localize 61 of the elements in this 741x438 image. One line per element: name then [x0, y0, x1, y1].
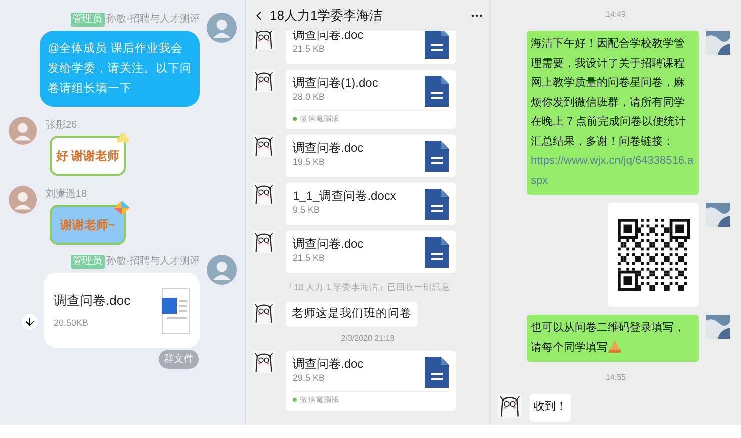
file-size: 21.5 KB — [293, 43, 326, 55]
document-icon — [425, 141, 449, 172]
message-bubble: 海洁下午好！因配合学校教学管理需要，我设计了关于招聘课程网上教学质量的问卷星问卷，麻烦你发到微信班群，请所有同学在晚上 7 点前完成问卷以便统计汇总结果，多谢！问卷链接： https://www.wjx.cn/jq/64338516.aspx — [527, 31, 699, 195]
file-name: 调查问卷.doc — [293, 237, 364, 252]
file-name: 调查问卷.doc — [293, 141, 364, 156]
avatar-icon — [207, 13, 237, 43]
timestamp: 14:49 — [604, 9, 628, 21]
file-message[interactable]: 1_1_调查问卷.docx 9.5 KB — [286, 183, 456, 226]
avatar-icon — [706, 315, 730, 339]
avatar-icon — [253, 135, 275, 158]
file-size: 21.5 KB — [293, 252, 326, 264]
avatar-icon — [9, 186, 37, 214]
file-message[interactable]: 调查问卷.doc 19.5 KB — [286, 135, 456, 178]
document-icon — [162, 288, 190, 334]
sticker-text: 好 谢谢老师 — [56, 148, 120, 165]
document-icon — [425, 237, 449, 268]
flower-icon — [116, 132, 130, 146]
recall-notice: 「18 人力 1 学委李海洁」已回收一則訊息 — [284, 281, 452, 294]
role-badge: 管理员 — [70, 13, 105, 27]
file-message[interactable]: 调查问卷.doc 20.50KB — [44, 273, 200, 348]
qr-code-icon — [618, 219, 690, 291]
document-icon — [425, 189, 449, 220]
chat-title: 18人力1学委李海洁 — [270, 6, 384, 25]
avatar-icon — [253, 302, 275, 324]
sender-name: 刘潇遥18 — [46, 188, 88, 202]
document-icon — [425, 76, 449, 107]
role-badge: 管理员 — [70, 255, 105, 269]
arrow-down-icon — [24, 316, 36, 328]
avatar-icon — [207, 255, 237, 285]
sender-name: 孙敏-招聘与人才测评 — [106, 13, 200, 27]
message-bubble: 也可以从问卷二维码登录填写，请每个同学填写 — [527, 315, 699, 362]
file-size: 19.5 KB — [293, 156, 326, 168]
avatar-icon — [253, 183, 275, 206]
file-size: 20.50KB — [54, 316, 90, 330]
document-icon — [425, 28, 449, 59]
file-name: 调查问卷.doc — [293, 357, 364, 372]
avatar-icon — [253, 351, 275, 374]
qr-image[interactable] — [608, 203, 699, 307]
file-message[interactable]: 调查问卷.doc 21.5 KB — [286, 231, 456, 274]
avatar-icon — [253, 70, 275, 92]
file-size: 28.0 KB — [293, 91, 326, 103]
avatar-icon — [706, 31, 730, 55]
download-button[interactable] — [22, 314, 38, 330]
file-name: 1_1_调查问卷.docx — [293, 189, 396, 204]
message-bubble: 收到！ — [530, 394, 571, 422]
message-bubble: 老师这是我们班的问卷 — [286, 302, 418, 328]
file-name: 调查问卷.doc — [54, 292, 131, 310]
sender-name: 张彤26 — [46, 119, 78, 133]
sender-name: 孙敏-招聘与人才测评 — [106, 255, 200, 269]
file-size: 29.5 KB — [293, 372, 326, 384]
message-bubble: @全体成员 课后作业我会发给学委，请关注。以下问卷请组长填一下 — [40, 31, 200, 107]
file-name: 调查问卷(1).doc — [293, 76, 378, 91]
timestamp: 2/3/2020 21:18 — [340, 333, 396, 346]
timestamp: 14:55 — [604, 372, 628, 384]
file-size: 9.5 KB — [293, 204, 322, 216]
avatar-icon — [706, 203, 730, 227]
avatar-icon — [9, 117, 37, 145]
avatar-icon — [498, 394, 522, 418]
sticker-text: 谢谢老师~ — [60, 217, 116, 234]
document-icon — [425, 357, 449, 388]
avatar-icon — [253, 231, 275, 254]
